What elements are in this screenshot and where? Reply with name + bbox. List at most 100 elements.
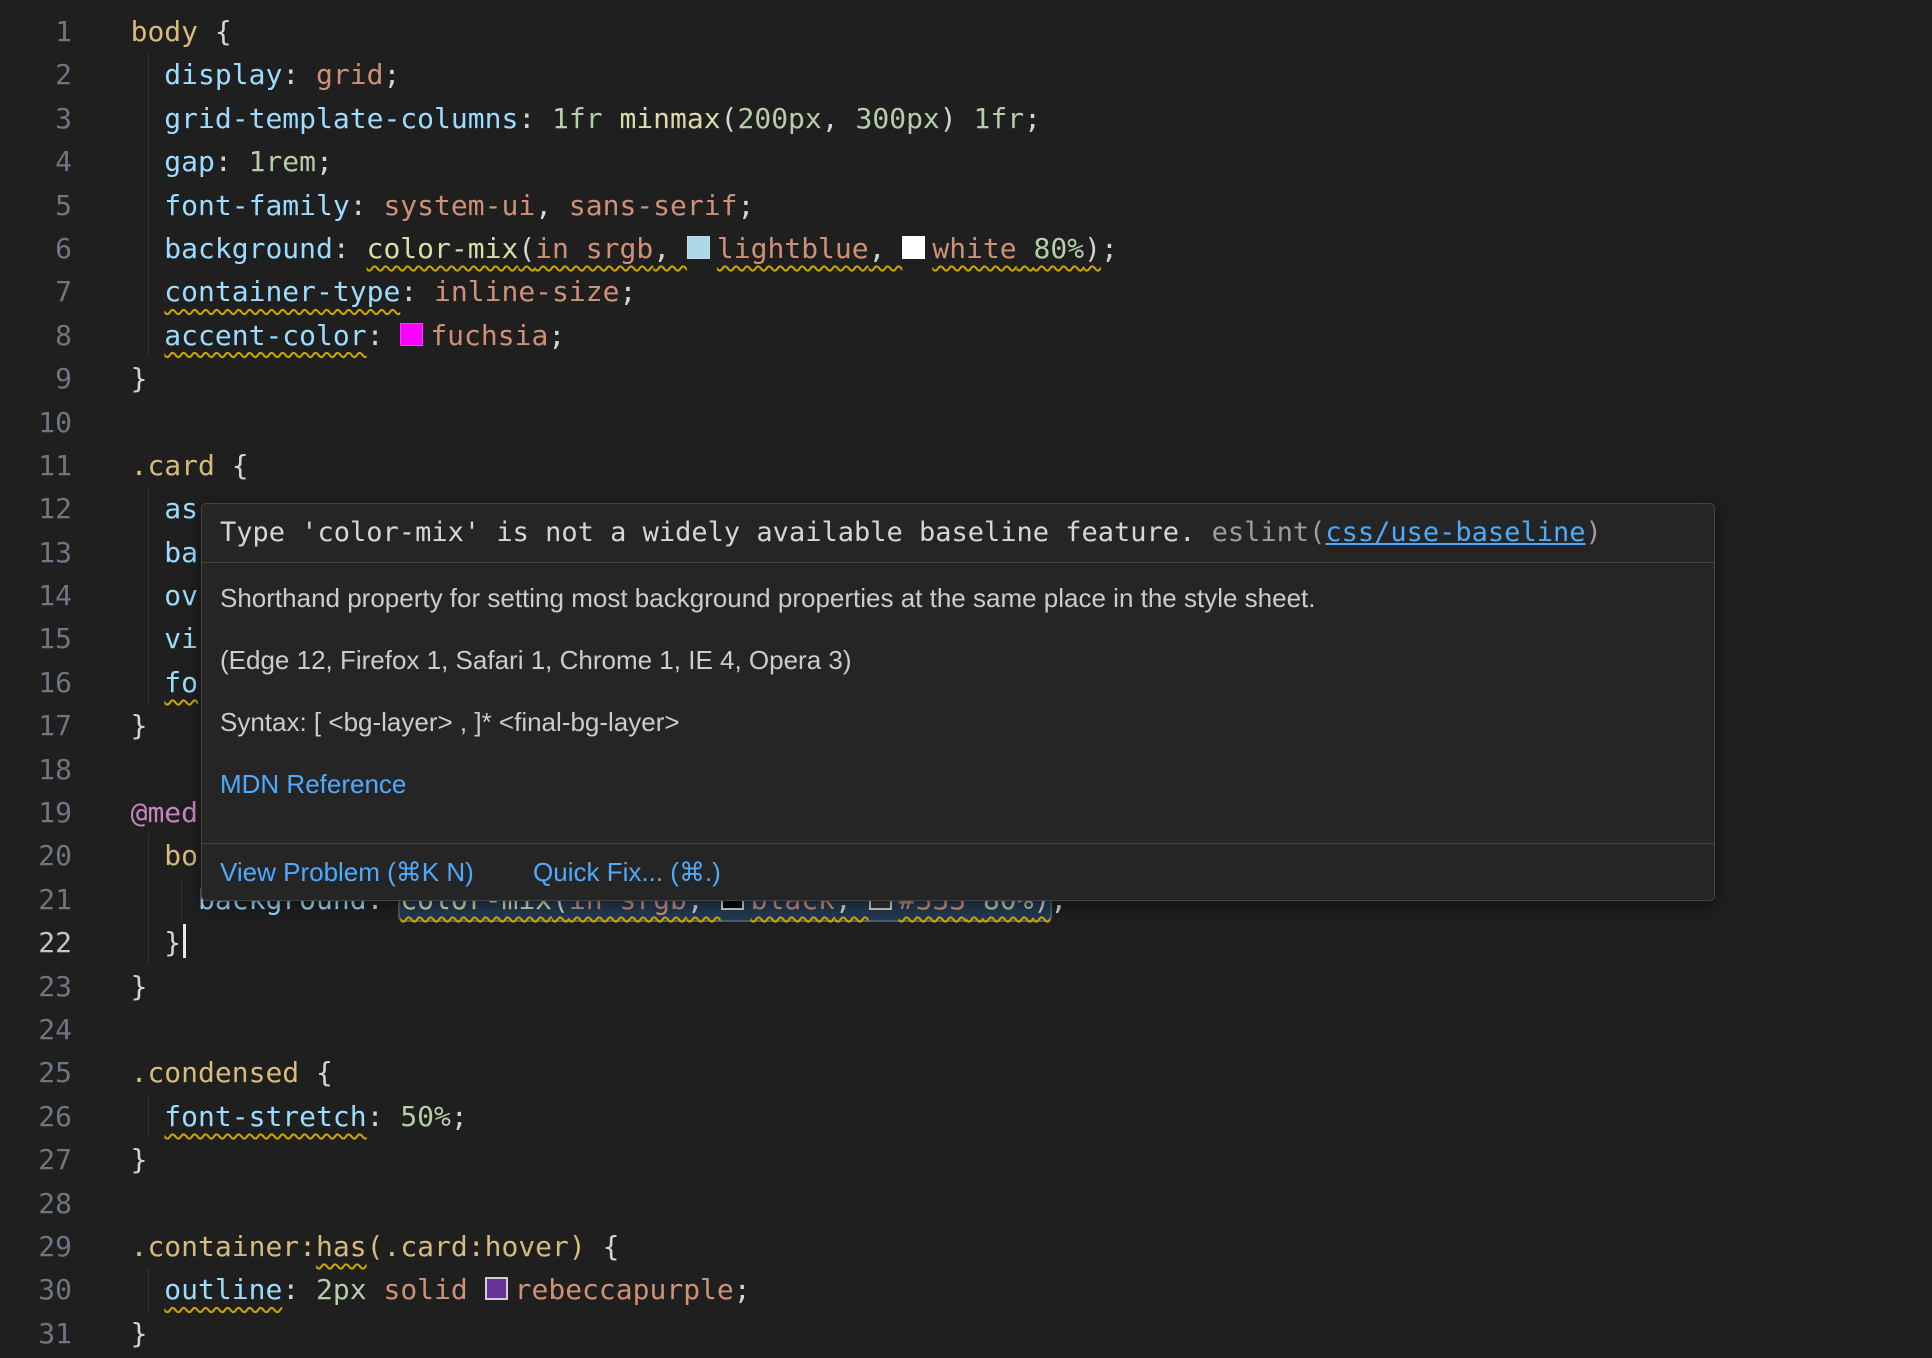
code-token: ; bbox=[737, 189, 754, 222]
code-token: @med bbox=[131, 796, 198, 829]
code-line-11[interactable]: 11 .card { bbox=[0, 444, 1932, 487]
code-line-7[interactable]: 7 container-type: inline-size; bbox=[0, 270, 1932, 313]
code-line-2[interactable]: 2 display: grid; bbox=[0, 53, 1932, 96]
code-line-25[interactable]: 25 .condensed { bbox=[0, 1051, 1932, 1094]
code-line-24[interactable]: 24 bbox=[0, 1008, 1932, 1051]
line-number[interactable]: 1 bbox=[0, 10, 100, 53]
line-content[interactable]: accent-color: fuchsia; bbox=[131, 314, 1932, 357]
code-token: ; bbox=[451, 1100, 468, 1133]
line-content[interactable]: } bbox=[131, 965, 1932, 1008]
indent-guide bbox=[148, 531, 149, 574]
code-line-22[interactable]: 22} bbox=[0, 921, 1932, 964]
line-number[interactable]: 7 bbox=[0, 270, 100, 313]
code-token: 80% bbox=[1034, 232, 1085, 265]
line-number[interactable]: 29 bbox=[0, 1225, 100, 1268]
line-number[interactable]: 23 bbox=[0, 965, 100, 1008]
code-line-4[interactable]: 4 gap: 1rem; bbox=[0, 140, 1932, 183]
line-number[interactable]: 20 bbox=[0, 834, 100, 877]
code-line-10[interactable]: 10 bbox=[0, 401, 1932, 444]
warning-squiggle-range: container-type bbox=[164, 275, 400, 308]
line-number[interactable]: 12 bbox=[0, 487, 100, 530]
line-number[interactable]: 17 bbox=[0, 704, 100, 747]
code-token: : bbox=[400, 275, 434, 308]
line-number[interactable]: 22 bbox=[0, 921, 100, 964]
mdn-reference-link[interactable]: MDN Reference bbox=[220, 769, 406, 799]
code-token: gap bbox=[164, 145, 215, 178]
line-number[interactable]: 6 bbox=[0, 227, 100, 270]
code-token: sans-serif bbox=[569, 189, 738, 222]
line-number[interactable]: 8 bbox=[0, 314, 100, 357]
code-line-26[interactable]: 26 font-stretch: 50%; bbox=[0, 1095, 1932, 1138]
line-content[interactable]: } bbox=[131, 921, 1932, 964]
code-line-23[interactable]: 23} bbox=[0, 965, 1932, 1008]
line-content[interactable]: font-family: system-ui, sans-serif; bbox=[131, 184, 1932, 227]
line-number[interactable]: 16 bbox=[0, 661, 100, 704]
line-content[interactable]: .card { bbox=[131, 444, 1932, 487]
code-line-31[interactable]: 31} bbox=[0, 1312, 1932, 1355]
line-content[interactable]: outline: 2px solid rebeccapurple; bbox=[131, 1268, 1932, 1311]
line-number[interactable]: 11 bbox=[0, 444, 100, 487]
code-line-1[interactable]: 1 body { bbox=[0, 10, 1932, 53]
code-token: 200px bbox=[737, 102, 821, 135]
line-number[interactable]: 2 bbox=[0, 53, 100, 96]
line-content[interactable]: background: color-mix(in srgb, lightblue… bbox=[131, 227, 1932, 270]
code-line-6[interactable]: 6 background: color-mix(in srgb, lightblu… bbox=[0, 227, 1932, 270]
line-content[interactable]: grid-template-columns: 1fr minmax(200px,… bbox=[131, 97, 1932, 140]
quick-fix-link[interactable]: Quick Fix... (⌘.) bbox=[533, 857, 721, 887]
code-line-5[interactable]: 5 font-family: system-ui, sans-serif; bbox=[0, 184, 1932, 227]
line-content[interactable] bbox=[131, 1008, 1932, 1051]
line-number[interactable]: 14 bbox=[0, 574, 100, 617]
warning-squiggle-range: accent-color bbox=[164, 319, 366, 352]
indent-guide bbox=[148, 878, 149, 921]
code-token: .card bbox=[131, 449, 215, 482]
line-number[interactable]: 5 bbox=[0, 184, 100, 227]
hover-tooltip: Type 'color-mix' is not a widely availab… bbox=[201, 503, 1715, 901]
text-cursor bbox=[183, 924, 186, 958]
line-number[interactable]: 3 bbox=[0, 97, 100, 140]
line-number[interactable]: 21 bbox=[0, 878, 100, 921]
line-content[interactable] bbox=[131, 1182, 1932, 1225]
line-number[interactable]: 27 bbox=[0, 1138, 100, 1181]
line-number[interactable]: 4 bbox=[0, 140, 100, 183]
line-content[interactable]: gap: 1rem; bbox=[131, 140, 1932, 183]
code-token: ; bbox=[548, 319, 565, 352]
line-content[interactable]: container-type: inline-size; bbox=[131, 270, 1932, 313]
line-content[interactable]: } bbox=[131, 1312, 1932, 1355]
line-number[interactable]: 9 bbox=[0, 357, 100, 400]
line-number[interactable]: 13 bbox=[0, 531, 100, 574]
eslint-rule-link[interactable]: css/use-baseline bbox=[1325, 517, 1585, 548]
line-number[interactable]: 19 bbox=[0, 791, 100, 834]
line-number[interactable]: 24 bbox=[0, 1008, 100, 1051]
line-content[interactable]: body { bbox=[131, 10, 1932, 53]
line-number[interactable]: 18 bbox=[0, 748, 100, 791]
code-line-9[interactable]: 9} bbox=[0, 357, 1932, 400]
code-line-29[interactable]: 29 .container:has(.card:hover) { bbox=[0, 1225, 1932, 1268]
code-token: } bbox=[131, 1317, 148, 1350]
view-problem-link[interactable]: View Problem (⌘K N) bbox=[220, 857, 474, 887]
line-number[interactable]: 28 bbox=[0, 1182, 100, 1225]
line-number[interactable]: 30 bbox=[0, 1268, 100, 1311]
code-token: grid bbox=[316, 58, 383, 91]
line-number[interactable]: 31 bbox=[0, 1312, 100, 1355]
line-content[interactable]: } bbox=[131, 1138, 1932, 1181]
code-token bbox=[468, 1273, 485, 1306]
line-content[interactable]: font-stretch: 50%; bbox=[131, 1095, 1932, 1138]
line-number[interactable]: 26 bbox=[0, 1095, 100, 1138]
line-content[interactable] bbox=[131, 401, 1932, 444]
line-content[interactable]: display: grid; bbox=[131, 53, 1932, 96]
code-token: , bbox=[869, 232, 903, 265]
code-token: container-type bbox=[164, 275, 400, 308]
code-line-28[interactable]: 28 bbox=[0, 1182, 1932, 1225]
line-number[interactable]: 10 bbox=[0, 401, 100, 444]
code-line-27[interactable]: 27} bbox=[0, 1138, 1932, 1181]
line-number[interactable]: 15 bbox=[0, 617, 100, 660]
code-line-3[interactable]: 3 grid-template-columns: 1fr minmax(200px… bbox=[0, 97, 1932, 140]
line-number[interactable]: 25 bbox=[0, 1051, 100, 1094]
line-content[interactable]: .condensed { bbox=[131, 1051, 1932, 1094]
code-token: font-family bbox=[164, 189, 349, 222]
code-token: ) bbox=[940, 102, 974, 135]
code-line-30[interactable]: 30 outline: 2px solid rebeccapurple; bbox=[0, 1268, 1932, 1311]
line-content[interactable]: .container:has(.card:hover) { bbox=[131, 1225, 1932, 1268]
code-line-8[interactable]: 8 accent-color: fuchsia; bbox=[0, 314, 1932, 357]
line-content[interactable]: } bbox=[131, 357, 1932, 400]
